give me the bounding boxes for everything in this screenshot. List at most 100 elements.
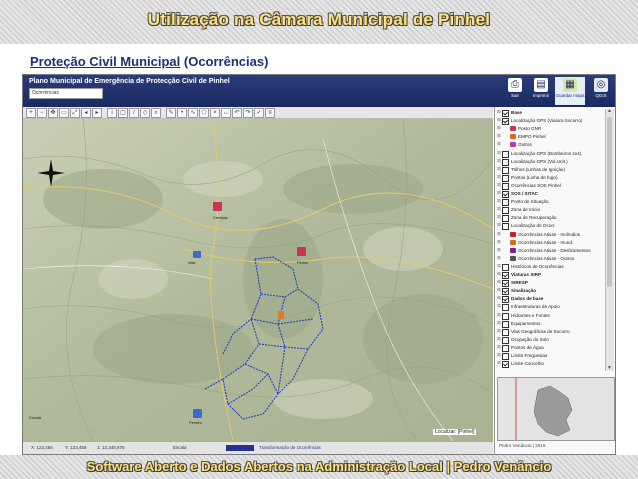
expand-icon[interactable]: ⊠: [497, 255, 501, 261]
scroll-down-icon[interactable]: ▼: [607, 366, 612, 371]
add-polygon-icon[interactable]: ⬠: [199, 108, 209, 118]
zoom-previous-icon[interactable]: ◂: [81, 108, 91, 118]
layer-checkbox[interactable]: [502, 118, 509, 126]
expand-icon[interactable]: ⊠: [497, 263, 501, 269]
edit-icon[interactable]: ✎: [166, 108, 176, 118]
coord-scale: 1: 12,345,678: [97, 445, 125, 450]
zoom-extent-icon[interactable]: ⤢: [70, 108, 80, 118]
expand-icon[interactable]: ⊠: [497, 336, 501, 342]
expand-icon[interactable]: ⊠: [497, 231, 501, 237]
layer-checkbox[interactable]: [502, 304, 509, 312]
layer-checkbox[interactable]: [502, 361, 509, 369]
expand-icon[interactable]: ⊠: [497, 206, 501, 212]
layer-checkbox[interactable]: [502, 223, 509, 231]
overview-map[interactable]: [497, 377, 615, 441]
add-point-icon[interactable]: •: [177, 108, 187, 118]
expand-icon[interactable]: ⊠: [497, 158, 501, 164]
zoom-out-icon[interactable]: −: [37, 108, 47, 118]
expand-icon[interactable]: ⊠: [497, 247, 501, 253]
subtitle-link[interactable]: Proteção Civil Municipal: [30, 54, 180, 69]
layer-checkbox[interactable]: [502, 207, 509, 215]
redo-icon[interactable]: ↷: [243, 108, 253, 118]
select-icon[interactable]: ▢: [118, 108, 128, 118]
layer-checkbox[interactable]: [502, 182, 509, 190]
layer-checkbox[interactable]: [502, 328, 509, 336]
move-icon[interactable]: ↔: [221, 108, 231, 118]
place-label-pinhel: Pinhel: [297, 260, 308, 265]
expand-icon[interactable]: ⊠: [497, 328, 501, 334]
layer-checkbox[interactable]: [502, 272, 509, 279]
expand-icon[interactable]: ⊠: [497, 303, 501, 309]
expand-icon[interactable]: ⊠: [497, 360, 501, 366]
layers-icon[interactable]: ≡: [265, 108, 275, 118]
legend-label: Base: [511, 110, 522, 115]
expand-icon[interactable]: ⊠: [497, 352, 501, 358]
locate-field[interactable]: Localizar: [Pinhel]: [433, 429, 477, 435]
scenario-select[interactable]: Ocorrências: [29, 88, 103, 99]
legend-scrollbar[interactable]: ▲ ▼: [605, 109, 614, 371]
save-edits-icon[interactable]: ✓: [254, 108, 264, 118]
layer-checkbox[interactable]: [502, 280, 509, 288]
expand-icon[interactable]: ⊠: [497, 125, 501, 131]
legend-symbol-icon: [510, 126, 516, 132]
layer-checkbox[interactable]: [502, 199, 509, 207]
zoom-in-icon[interactable]: +: [26, 108, 36, 118]
expand-icon[interactable]: ⊠: [497, 109, 501, 115]
expand-icon[interactable]: ⊠: [497, 190, 501, 196]
header-button-print[interactable]: ▤ Imprimir: [529, 77, 553, 105]
layer-checkbox[interactable]: [502, 158, 509, 166]
layer-checkbox[interactable]: [502, 312, 509, 320]
layer-checkbox[interactable]: [502, 263, 509, 271]
expand-icon[interactable]: ⊠: [497, 182, 501, 188]
map-canvas[interactable]: Cerejais Pinhel Vale Pereiro Escala Loca…: [23, 118, 494, 442]
header-button-exit[interactable]: ⎙ Sair: [503, 77, 527, 105]
layer-checkbox[interactable]: [502, 110, 509, 117]
expand-icon[interactable]: ⊠: [497, 344, 501, 350]
expand-icon[interactable]: ⊠: [497, 214, 501, 220]
expand-icon[interactable]: ⊠: [497, 271, 501, 277]
expand-icon[interactable]: ⊠: [497, 133, 501, 139]
layer-checkbox[interactable]: [502, 174, 509, 182]
expand-icon[interactable]: ⊠: [497, 198, 501, 204]
expand-icon[interactable]: ⊠: [497, 166, 501, 172]
search-icon[interactable]: ⌕: [151, 108, 161, 118]
layer-checkbox[interactable]: [502, 191, 509, 198]
app-window: Plano Municipal de Emergência de Protecç…: [22, 74, 616, 455]
header-button-save-map[interactable]: ▦ Guardar mapa: [555, 77, 585, 105]
coord-y: Y: 123,456: [65, 445, 87, 450]
layer-checkbox[interactable]: [502, 336, 509, 344]
zoom-next-icon[interactable]: ▸: [92, 108, 102, 118]
delete-icon[interactable]: ×: [210, 108, 220, 118]
add-line-icon[interactable]: ∿: [188, 108, 198, 118]
measure-line-icon[interactable]: /: [129, 108, 139, 118]
expand-icon[interactable]: ⊠: [497, 279, 501, 285]
expand-icon[interactable]: ⊠: [497, 287, 501, 293]
expand-icon[interactable]: ⊠: [497, 239, 501, 245]
header-button-qgis[interactable]: ◎ QGIS: [589, 77, 613, 105]
layer-checkbox[interactable]: [502, 166, 509, 174]
expand-icon[interactable]: ⊠: [497, 150, 501, 156]
measure-area-icon[interactable]: ◇: [140, 108, 150, 118]
scroll-up-icon[interactable]: ▲: [607, 109, 612, 114]
expand-icon[interactable]: ⊠: [497, 174, 501, 180]
layer-checkbox[interactable]: [502, 215, 509, 223]
identify-icon[interactable]: i: [107, 108, 117, 118]
expand-icon[interactable]: ⊠: [497, 117, 501, 123]
expand-icon[interactable]: ⊠: [497, 222, 501, 228]
layer-checkbox[interactable]: [502, 296, 509, 304]
scroll-thumb[interactable]: [607, 117, 612, 287]
zoom-box-icon[interactable]: ▭: [59, 108, 69, 118]
layer-checkbox[interactable]: [502, 344, 509, 352]
expand-icon[interactable]: ⊠: [497, 312, 501, 318]
pan-icon[interactable]: ✥: [48, 108, 58, 118]
coord-x: X: 123,456: [31, 445, 53, 450]
progress-bar: [226, 445, 254, 451]
layer-checkbox[interactable]: [502, 320, 509, 328]
expand-icon[interactable]: ⊠: [497, 141, 501, 147]
layer-checkbox[interactable]: [502, 150, 509, 158]
expand-icon[interactable]: ⊠: [497, 295, 501, 301]
layer-checkbox[interactable]: [502, 288, 509, 296]
layer-checkbox[interactable]: [502, 353, 509, 360]
undo-icon[interactable]: ↶: [232, 108, 242, 118]
expand-icon[interactable]: ⊠: [497, 320, 501, 326]
